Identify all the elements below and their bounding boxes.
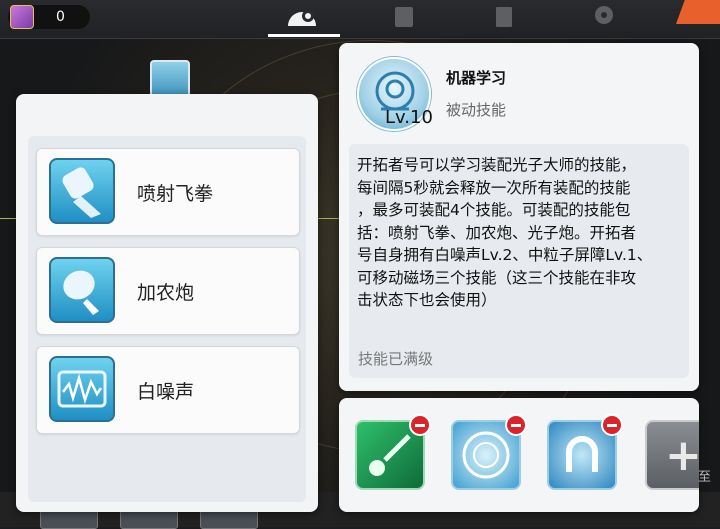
remove-skill-button[interactable] (409, 414, 431, 436)
remove-skill-button[interactable] (601, 414, 623, 436)
skill-tree-icon (288, 10, 316, 26)
description-box: 开拓者号可以学习装配光子大师的技能， 每间隔5秒就会释放一次所有装配的技能 ，最… (349, 144, 689, 378)
description-line: 每间隔5秒就会释放一次所有装配的技能 (357, 178, 631, 197)
skill-status: 技能已满级 (358, 350, 434, 368)
top-bar: 0 (0, 0, 720, 39)
description-line: 号自身拥有白噪声Lv.2、中粒子屏障Lv.1、 (357, 246, 653, 264)
skill-level: Lv.10 (385, 107, 433, 128)
book-icon (496, 7, 512, 27)
notebook-icon (395, 7, 413, 27)
description-line: 开拓者号可以学习装配光子大师的技能， (357, 156, 637, 174)
skill-item-label: 喷射飞拳 (137, 183, 214, 205)
equipped-skills-panel: + (339, 398, 699, 512)
description-line: 可移动磁场三个技能（这三个技能在非攻 (357, 268, 637, 287)
description-line: ，最多可装配4个技能。可装配的技能包 (357, 201, 631, 219)
description-line: 击状态下也会使用） (357, 291, 497, 309)
side-label: 至 (698, 470, 712, 485)
plus-icon: + (665, 430, 699, 481)
description-line: 括：喷射飞拳、加农炮、光子炮。开拓者 (357, 223, 637, 242)
add-skill-slot[interactable]: + (645, 420, 699, 490)
currency-display: 0 (8, 5, 90, 29)
tab-notes[interactable] (384, 2, 424, 32)
currency-value: 0 (56, 9, 65, 25)
skill-item-cannon[interactable]: 加农炮 (36, 247, 300, 335)
tab-book[interactable] (484, 2, 524, 32)
connector-line (318, 218, 340, 219)
skill-type: 被动技能 (446, 101, 507, 119)
tab-achievements[interactable] (584, 2, 624, 32)
active-tab-indicator (268, 34, 340, 37)
skill-item-label: 白噪声 (137, 381, 195, 403)
remove-skill-button[interactable] (505, 414, 527, 436)
skill-item-jet-fist[interactable]: 喷射飞拳 (36, 148, 300, 236)
jet-fist-icon (49, 158, 115, 224)
skill-detail-panel: Lv.10 机器学习 被动技能 开拓者号可以学习装配光子大师的技能， 每间隔5秒… (339, 43, 699, 391)
gear-icon (595, 6, 613, 24)
skill-description: 开拓者号可以学习装配光子大师的技能， 每间隔5秒就会释放一次所有装配的技能 ，最… (357, 154, 683, 312)
skill-item-label: 加农炮 (137, 282, 195, 304)
skill-item-white-noise[interactable]: 白噪声 (36, 346, 300, 434)
event-badge[interactable] (676, 0, 720, 24)
white-noise-icon (49, 356, 115, 422)
tab-skills[interactable] (282, 2, 322, 32)
gem-icon (10, 5, 34, 29)
cannon-icon (49, 257, 115, 323)
skill-name: 机器学习 (446, 69, 507, 87)
skill-list-panel: 喷射飞拳 加农炮 白噪声 (16, 94, 318, 512)
